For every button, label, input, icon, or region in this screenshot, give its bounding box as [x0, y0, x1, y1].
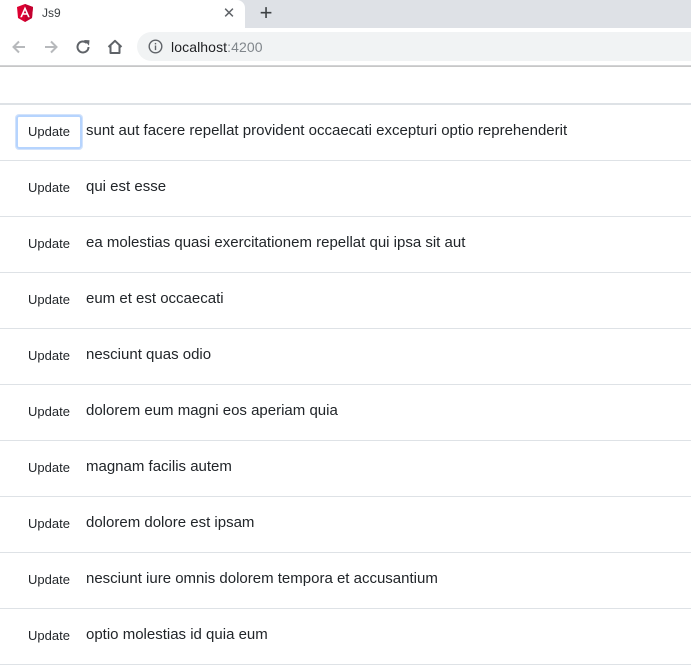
update-button[interactable]: Update: [16, 451, 82, 485]
tab-strip: Js9 ✕ +: [0, 0, 691, 28]
reload-icon[interactable]: [73, 37, 93, 57]
table-header: [0, 66, 691, 105]
table-row: Update nesciunt iure omnis dolorem tempo…: [0, 553, 691, 609]
update-button[interactable]: Update: [16, 507, 82, 541]
post-title: dolorem dolore est ipsam: [86, 514, 255, 531]
address-bar[interactable]: localhost:4200: [137, 32, 691, 61]
page-content: Update sunt aut facere repellat providen…: [0, 66, 691, 667]
back-arrow-icon[interactable]: [9, 37, 29, 57]
forward-arrow-icon[interactable]: [41, 37, 61, 57]
post-title: sunt aut facere repellat provident occae…: [86, 122, 568, 139]
close-tab-icon[interactable]: ✕: [220, 5, 238, 23]
tab-title: Js9: [42, 6, 61, 20]
home-icon[interactable]: [105, 37, 125, 57]
update-button[interactable]: Update: [16, 115, 82, 149]
post-title: eum et est occaecati: [86, 290, 224, 307]
post-title: qui est esse: [86, 178, 167, 195]
table-row: Update dolorem eum magni eos aperiam qui…: [0, 385, 691, 441]
table-row: Update nesciunt quas odio: [0, 329, 691, 385]
update-button[interactable]: Update: [16, 283, 82, 317]
post-title: nesciunt quas odio: [86, 346, 212, 363]
table-row: Update eum et est occaecati: [0, 273, 691, 329]
url-host: localhost: [171, 39, 228, 55]
post-title: optio molestias id quia eum: [86, 626, 268, 643]
table-row: Update sunt aut facere repellat providen…: [0, 105, 691, 161]
angular-icon: [17, 4, 33, 22]
info-icon[interactable]: [148, 39, 163, 54]
post-title: ea molestias quasi exercitationem repell…: [86, 234, 466, 251]
table-row: Update qui est esse: [0, 161, 691, 217]
post-title: nesciunt iure omnis dolorem tempora et a…: [86, 570, 438, 587]
update-button[interactable]: Update: [16, 227, 82, 261]
update-button[interactable]: Update: [16, 619, 82, 653]
post-title: dolorem eum magni eos aperiam quia: [86, 402, 338, 419]
browser-toolbar: localhost:4200: [0, 28, 691, 66]
url-text: localhost:4200: [171, 39, 263, 55]
update-button[interactable]: Update: [16, 339, 82, 373]
browser-tab[interactable]: Js9 ✕: [0, 0, 245, 28]
table-row: Update magnam facilis autem: [0, 441, 691, 497]
update-button[interactable]: Update: [16, 563, 82, 597]
new-tab-icon[interactable]: +: [256, 2, 276, 24]
post-title: magnam facilis autem: [86, 458, 232, 475]
table-row: Update ea molestias quasi exercitationem…: [0, 217, 691, 273]
post-list: Update sunt aut facere repellat providen…: [0, 105, 691, 665]
update-button[interactable]: Update: [16, 171, 82, 205]
table-row: Update dolorem dolore est ipsam: [0, 497, 691, 553]
update-button[interactable]: Update: [16, 395, 82, 429]
table-row: Update optio molestias id quia eum: [0, 609, 691, 665]
url-port: :4200: [227, 39, 263, 55]
